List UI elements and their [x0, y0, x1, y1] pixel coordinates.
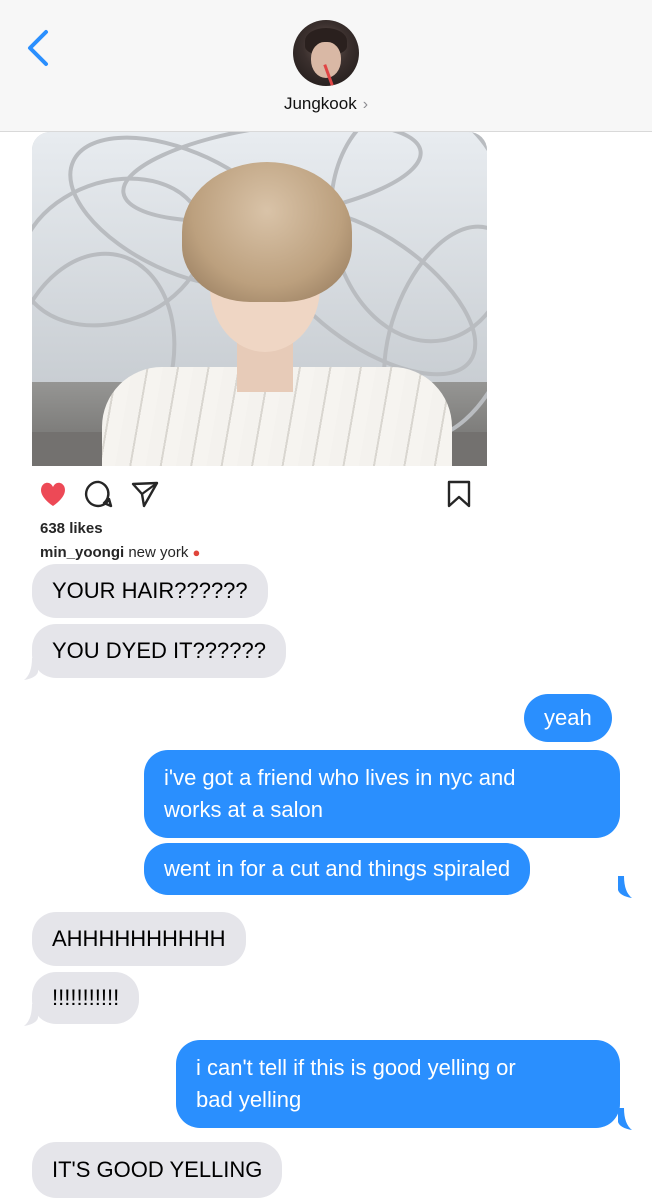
message-text: IT'S GOOD YELLING — [52, 1157, 263, 1182]
bookmark-icon[interactable] — [446, 479, 472, 509]
message-bubble-incoming[interactable]: !!!!!!!!!!! — [32, 972, 140, 1024]
message-bubble-incoming[interactable]: YOU DYED IT?????? — [32, 624, 286, 678]
shared-post-photo[interactable] — [32, 132, 487, 466]
share-icon[interactable] — [130, 479, 160, 509]
message-text: AHHHHHHHHHH — [52, 926, 226, 951]
message-text-line: i've got a friend who lives in nyc and — [164, 765, 516, 790]
message-text: !!!!!!!!!!! — [52, 985, 120, 1010]
contact-avatar[interactable] — [293, 20, 359, 86]
chevron-right-icon: › — [362, 96, 369, 113]
message-text-line: bad yelling — [196, 1087, 302, 1112]
message-bubble-outgoing[interactable]: yeah — [524, 694, 612, 742]
message-text-line: i can't tell if this is good yelling or — [196, 1055, 516, 1080]
likes-count: 638 likes — [40, 520, 103, 537]
bubble-tail — [618, 876, 632, 898]
message-text: yeah — [544, 705, 592, 730]
message-bubble-incoming[interactable]: AHHHHHHHHHH — [32, 912, 246, 966]
message-bubble-incoming[interactable]: IT'S GOOD YELLING — [32, 1142, 283, 1198]
chevron-left-icon[interactable] — [22, 28, 56, 68]
bubble-tail — [24, 1004, 38, 1026]
bubble-tail — [24, 658, 38, 680]
post-username[interactable]: min_yoongi — [40, 544, 124, 561]
post-location[interactable]: new york — [128, 544, 188, 561]
post-caption: min_yoongi new york ● — [40, 544, 200, 562]
message-bubble-outgoing[interactable]: i've got a friend who lives in nyc and w… — [144, 750, 620, 838]
bubble-tail — [618, 1108, 632, 1130]
message-text: YOUR HAIR?????? — [52, 578, 248, 603]
message-bubble-incoming[interactable]: YOUR HAIR?????? — [32, 564, 268, 618]
message-text: went in for a cut and things spiraled — [164, 856, 511, 881]
contact-name: Jungkook — [283, 94, 357, 113]
message-bubble-outgoing[interactable]: went in for a cut and things spiraled — [144, 843, 531, 895]
conversation-header: Jungkook › — [0, 0, 652, 132]
location-pin-icon: ● — [192, 545, 201, 560]
comment-icon[interactable] — [84, 479, 114, 509]
post-action-bar — [32, 472, 487, 516]
message-text-line: works at a salon — [164, 797, 323, 822]
contact-name-button[interactable]: Jungkook › — [0, 94, 652, 114]
heart-icon[interactable] — [38, 480, 68, 508]
message-text: YOU DYED IT?????? — [52, 638, 266, 663]
message-bubble-outgoing[interactable]: i can't tell if this is good yelling or … — [176, 1040, 620, 1128]
